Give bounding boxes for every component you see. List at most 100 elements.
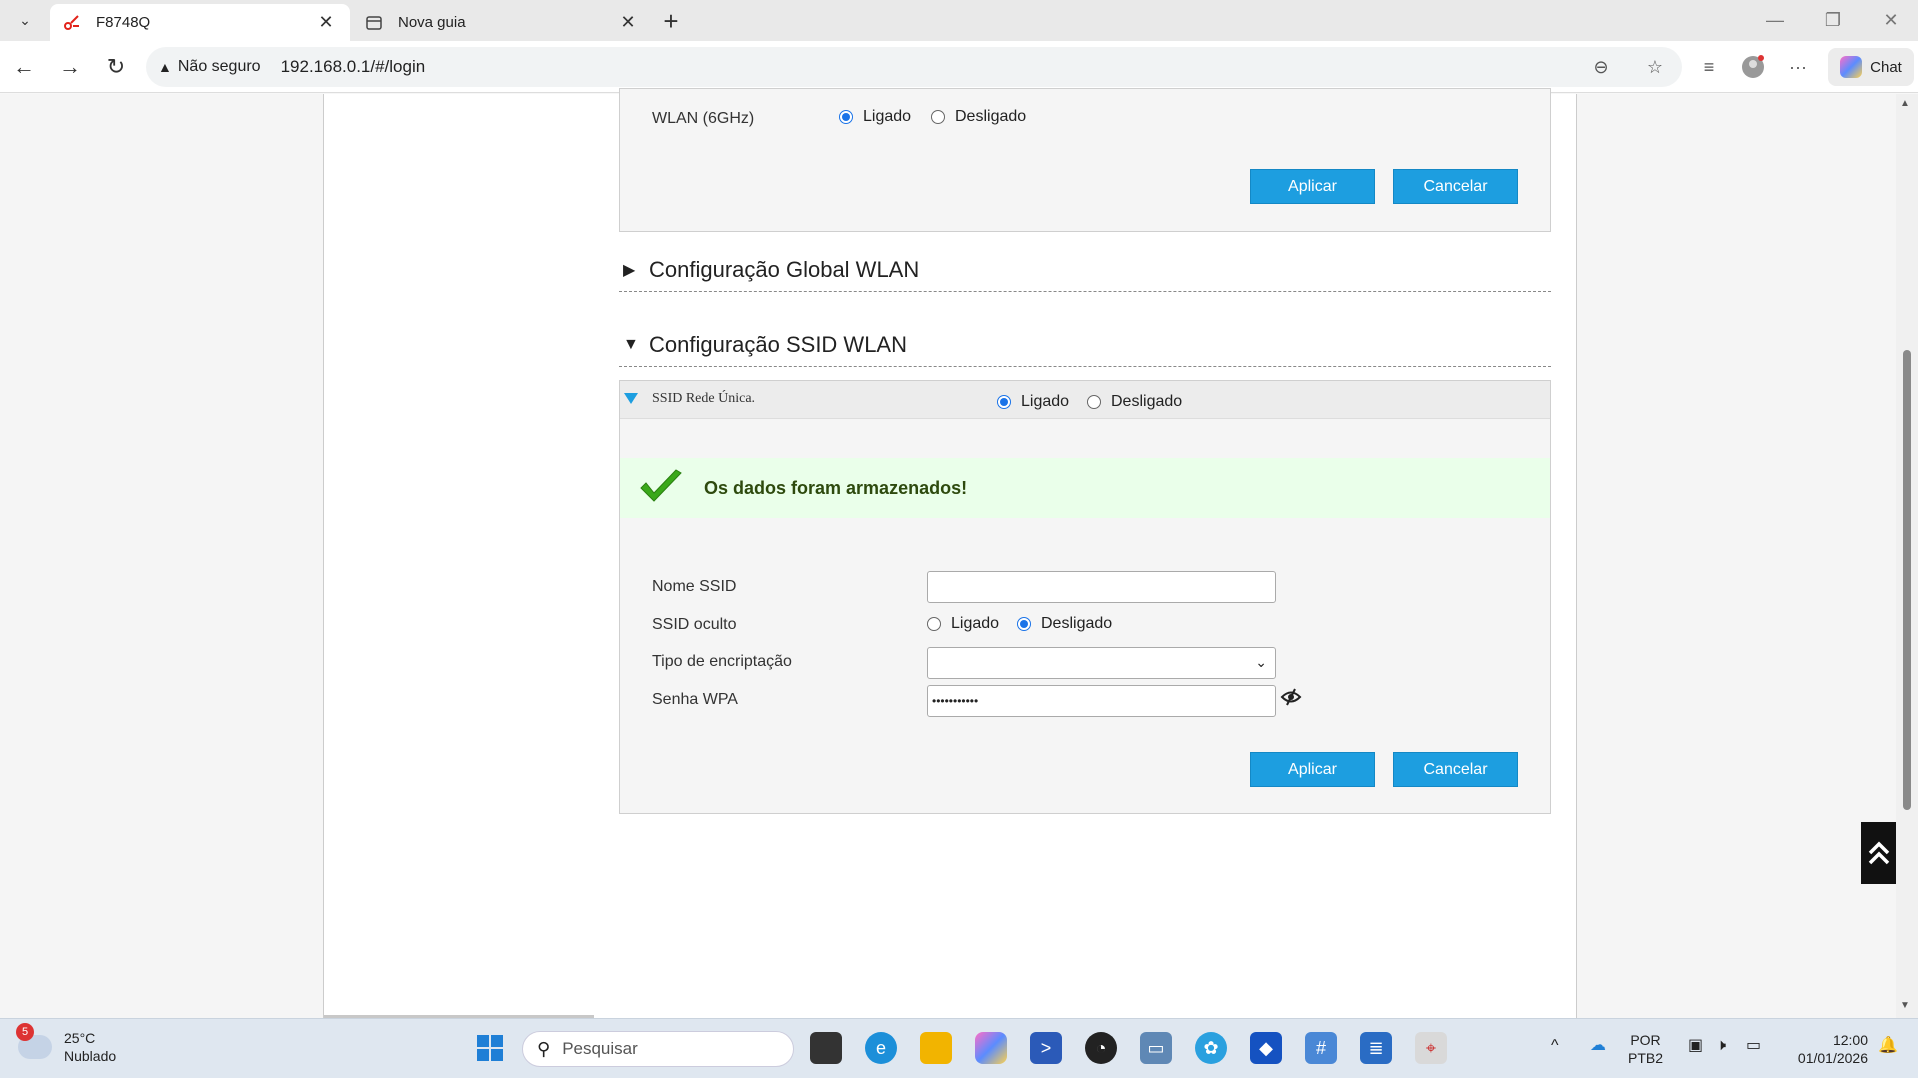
radio-label: Ligado <box>1021 393 1070 410</box>
back-arrow-icon[interactable]: ← <box>8 51 40 83</box>
back-to-top-button[interactable] <box>1861 822 1896 884</box>
forward-arrow-icon[interactable]: → <box>54 51 86 83</box>
scroll-down-arrow-icon[interactable]: ▼ <box>1900 1000 1910 1011</box>
edge-browser-icon[interactable]: e <box>865 1032 897 1064</box>
scrollbar-thumb[interactable] <box>1903 350 1911 810</box>
speedometer-icon[interactable]: ◔ <box>1085 1032 1117 1064</box>
wlan-6ghz-cancel-button[interactable]: Cancelar <box>1393 169 1518 204</box>
tray-expand-chevron-icon[interactable]: ^ <box>1551 1037 1559 1055</box>
radio-label: Desligado <box>1041 615 1113 632</box>
expand-triangle-icon[interactable] <box>624 393 638 404</box>
copilot-icon[interactable] <box>975 1032 1007 1064</box>
ssid-name-label: Nome SSID <box>652 578 737 595</box>
clock-time: 12:00 <box>1832 1032 1868 1048</box>
restore-icon[interactable]: ❐ <box>1818 10 1848 31</box>
url-text[interactable]: 192.168.0.1/#/login <box>281 57 426 77</box>
encryption-type-select[interactable]: ⌄ <box>927 647 1276 679</box>
radio-selected-icon <box>839 110 853 124</box>
language-code: POR <box>1630 1032 1661 1048</box>
show-password-eye-icon[interactable] <box>1280 686 1302 708</box>
collapsed-arrow-icon: ▶ <box>623 261 636 279</box>
ssid-hidden-off-radio[interactable]: Desligado <box>1017 615 1112 633</box>
radio-unselected-icon <box>1087 395 1101 409</box>
ssid-entry-label: SSID Rede Única. <box>652 391 756 406</box>
reader-options-icon[interactable]: ⊖ <box>1588 54 1614 80</box>
weather-temp: 25°C <box>64 1030 96 1046</box>
security-label[interactable]: Não seguro <box>178 58 261 76</box>
radio-label: Ligado <box>951 615 1000 632</box>
radio-label: Desligado <box>955 108 1027 125</box>
favorites-list-icon[interactable]: ≡ <box>1696 54 1722 80</box>
notifications-bell-icon[interactable]: 🔔 <box>1878 1037 1898 1055</box>
radio-selected-icon <box>1017 617 1031 631</box>
tab-new-tab[interactable]: Nova guia ✕ <box>352 4 652 41</box>
copilot-logo-icon <box>1840 56 1863 78</box>
volume-muted-icon[interactable]: 🕨 <box>1716 1037 1726 1055</box>
close-window-icon[interactable]: ✕ <box>1876 10 1906 31</box>
notepad-icon[interactable]: ≣ <box>1360 1032 1392 1064</box>
section-title: Configuração Global WLAN <box>649 256 920 282</box>
windows-taskbar: 5 25°C Nublado ⚲ Pesquisar e > ◔ ▭ ✿ ◆ #… <box>0 1018 1918 1078</box>
ssid-hidden-on-radio[interactable]: Ligado <box>927 615 999 633</box>
snipping-icon[interactable]: # <box>1305 1032 1337 1064</box>
section-title: Configuração SSID WLAN <box>649 331 907 357</box>
vertical-scrollbar[interactable]: ▲ ▼ <box>1896 94 1918 1018</box>
wlan-6ghz-apply-button[interactable]: Aplicar <box>1250 169 1375 204</box>
ssid-apply-button[interactable]: Aplicar <box>1250 752 1375 787</box>
section-global-wlan[interactable]: ▶ Configuração Global WLAN <box>619 248 1551 292</box>
ssid-off-radio[interactable]: Desligado <box>1087 393 1182 411</box>
radio-label: Ligado <box>863 108 912 125</box>
tab-actions-chevron-icon[interactable]: ⌄ <box>8 6 42 35</box>
warning-triangle-icon: ▲ <box>158 59 172 75</box>
remote-desktop-icon[interactable]: ▭ <box>1140 1032 1172 1064</box>
success-banner: Os dados foram armazenados! <box>620 458 1550 518</box>
router-favicon-icon <box>62 13 82 33</box>
more-options-icon[interactable]: ··· <box>1785 54 1811 80</box>
search-icon: ⚲ <box>537 1038 551 1059</box>
address-toolbar: ← → ↻ ▲ Não seguro 192.168.0.1/#/login ⊖… <box>0 41 1918 93</box>
network-tool-icon[interactable]: ⌖ <box>1415 1032 1447 1064</box>
taskbar-search[interactable]: ⚲ Pesquisar <box>522 1031 794 1067</box>
new-tab-plus-icon[interactable]: + <box>656 6 686 36</box>
wlan-6ghz-off-radio[interactable]: Desligado <box>931 108 1026 126</box>
ssid-name-input[interactable] <box>927 571 1276 603</box>
start-windows-icon[interactable] <box>474 1032 506 1064</box>
ssid-cancel-button[interactable]: Cancelar <box>1393 752 1518 787</box>
radio-unselected-icon <box>931 110 945 124</box>
minimize-icon[interactable]: — <box>1760 10 1790 31</box>
profile-avatar-icon[interactable] <box>1740 54 1766 80</box>
clock-date: 01/01/2026 <box>1797 1050 1868 1066</box>
onedrive-cloud-icon[interactable]: ☁ <box>1590 1037 1606 1055</box>
network-icon[interactable]: ▣ <box>1688 1037 1703 1055</box>
radio-label: Desligado <box>1111 393 1183 410</box>
input-language[interactable]: POR PTB2 <box>1628 1031 1663 1067</box>
success-message: Os dados foram armazenados! <box>704 477 968 498</box>
tab-close-icon[interactable]: ✕ <box>314 12 338 33</box>
task-view-icon[interactable] <box>810 1032 842 1064</box>
tab-title: F8748Q <box>96 14 151 31</box>
app-blue-icon[interactable]: ◆ <box>1250 1032 1282 1064</box>
wlan-6ghz-panel <box>619 88 1551 232</box>
file-explorer-icon[interactable] <box>920 1032 952 1064</box>
section-ssid-wlan[interactable]: ▼ Configuração SSID WLAN <box>619 323 1551 367</box>
tab-close-icon[interactable]: ✕ <box>616 12 640 33</box>
scroll-up-arrow-icon[interactable]: ▲ <box>1900 98 1910 109</box>
ssid-entry-header[interactable]: SSID Rede Única. <box>620 381 1550 419</box>
clock[interactable]: 12:00 01/01/2026 <box>1784 1031 1868 1067</box>
address-bar[interactable]: ▲ Não seguro 192.168.0.1/#/login ⊖ ☆ <box>146 47 1682 87</box>
reload-icon[interactable]: ↻ <box>100 51 132 83</box>
wpa-password-input[interactable]: ••••••••••• <box>927 685 1276 717</box>
powershell-icon[interactable]: > <box>1030 1032 1062 1064</box>
app-globe-icon[interactable]: ✿ <box>1195 1032 1227 1064</box>
ssid-on-radio[interactable]: Ligado <box>997 393 1069 411</box>
weather-widget[interactable]: 5 25°C Nublado <box>16 1023 116 1065</box>
success-check-icon <box>640 469 682 502</box>
battery-icon[interactable]: ▭ <box>1746 1037 1761 1055</box>
tab-title: Nova guia <box>398 14 466 31</box>
new-tab-page-icon <box>364 13 384 33</box>
chat-button[interactable]: Chat <box>1828 48 1914 86</box>
favorite-star-icon[interactable]: ☆ <box>1642 54 1668 80</box>
tab-router[interactable]: F8748Q ✕ <box>50 4 350 41</box>
wlan-6ghz-on-radio[interactable]: Ligado <box>839 108 911 126</box>
cloud-icon: 5 <box>16 1023 52 1059</box>
